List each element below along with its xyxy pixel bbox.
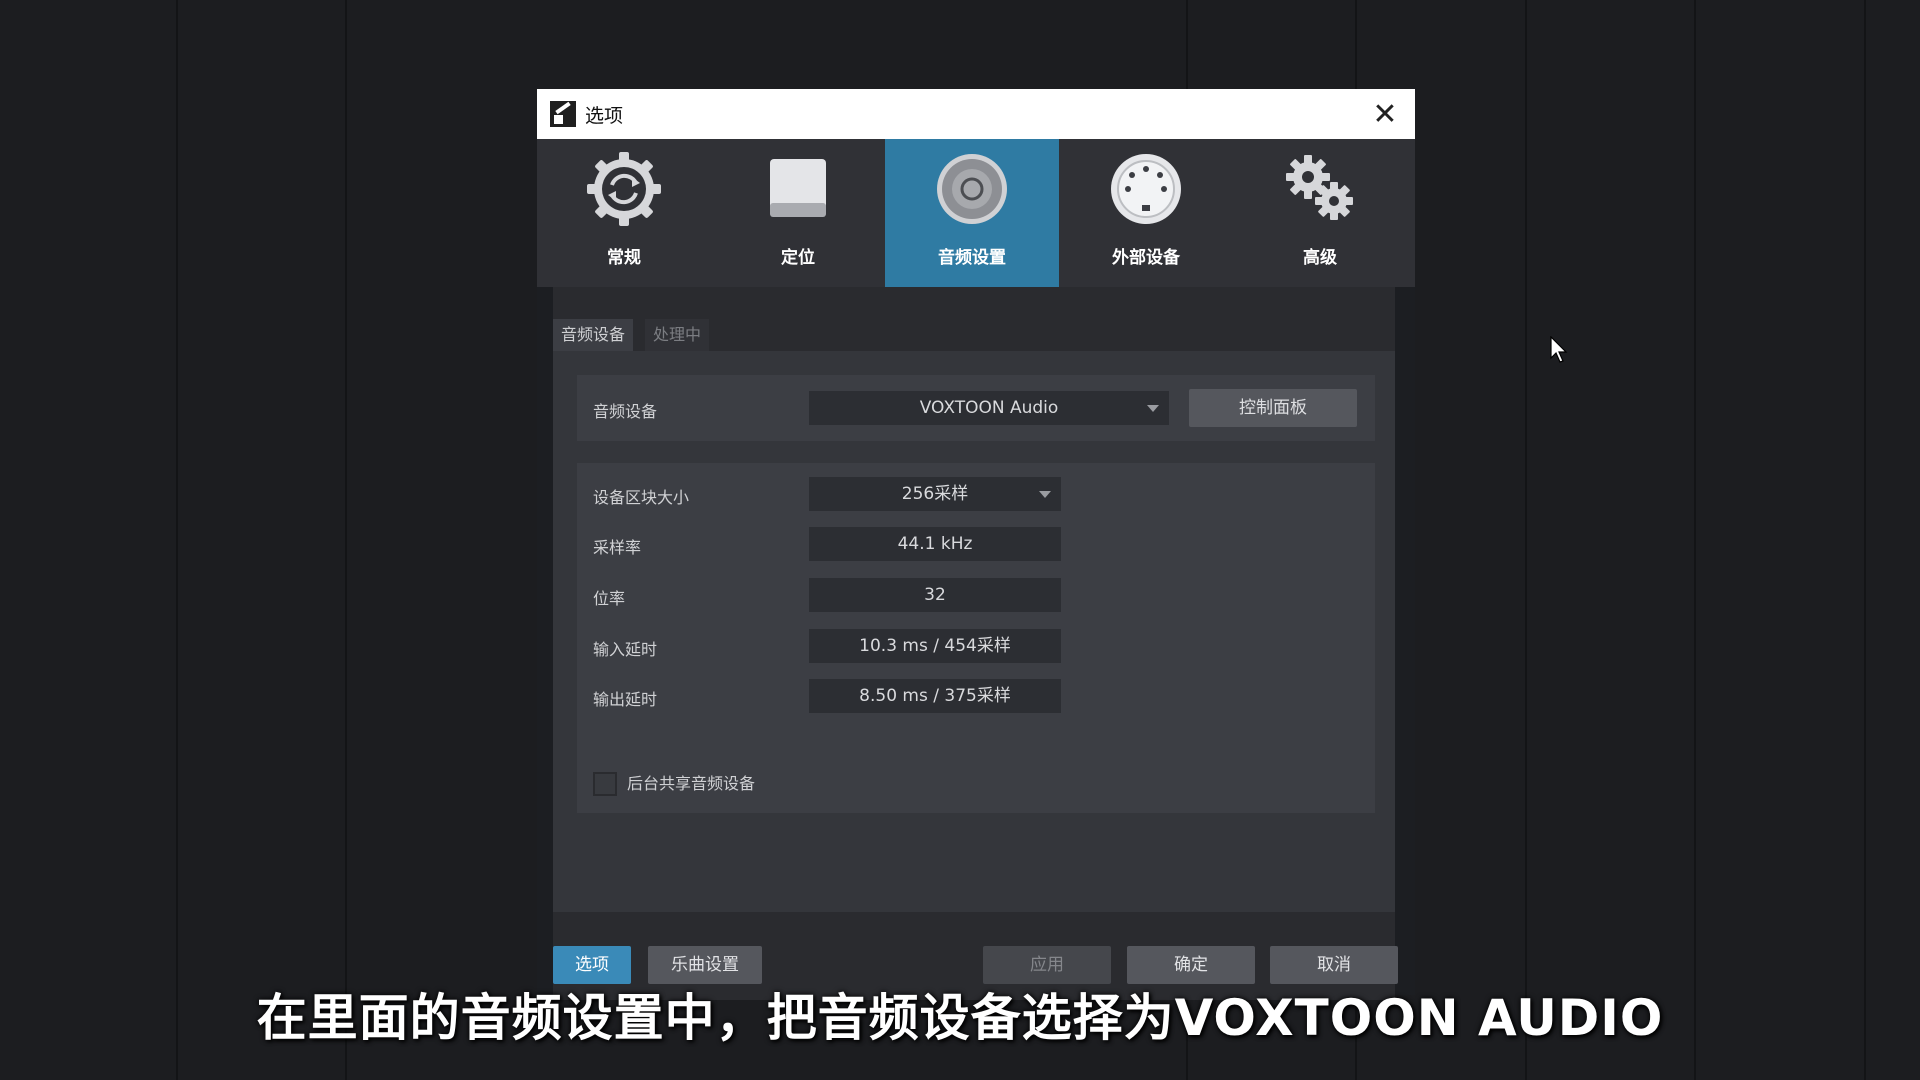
input-latency-label: 输入延时 bbox=[593, 640, 658, 659]
category-audio-setup-label: 音频设置 bbox=[938, 248, 1006, 268]
background-grid-line bbox=[1694, 0, 1696, 1080]
dialog-titlebar: 选项 ✕ bbox=[537, 89, 1415, 139]
speaker-icon bbox=[937, 154, 1007, 224]
category-general-button[interactable]: 常规 bbox=[537, 139, 711, 287]
audio-device-value: VOXTOON Audio bbox=[919, 398, 1059, 418]
output-latency-label: 输出延时 bbox=[593, 690, 658, 709]
category-toolbar: 常规 定位 音频设置 外部设备 高级 bbox=[537, 139, 1415, 287]
chevron-down-icon bbox=[1039, 491, 1051, 498]
midi-port-icon bbox=[1111, 154, 1181, 224]
chevron-down-icon bbox=[1147, 405, 1159, 412]
dialog-title: 选项 bbox=[585, 105, 624, 127]
share-device-checkbox[interactable] bbox=[593, 772, 617, 796]
bit-depth-value: 32 bbox=[809, 578, 1061, 612]
tab-content: 音频设备 VOXTOON Audio 控制面板 设备区块大小 256采样 采样率… bbox=[553, 351, 1395, 912]
options-dialog: 选项 ✕ 常规 定位 音频设置 外部设备 高级 音频设备 处理中 音频设备 VO… bbox=[537, 89, 1568, 1000]
audio-device-dropdown[interactable]: VOXTOON Audio bbox=[809, 391, 1169, 425]
sample-rate-value: 44.1 kHz bbox=[809, 527, 1061, 561]
video-subtitle: 在里面的音频设置中，把音频设备选择为VOXTOON AUDIO bbox=[256, 989, 1664, 1047]
control-panel-button[interactable]: 控制面板 bbox=[1189, 389, 1357, 427]
share-device-label: 后台共享音频设备 bbox=[627, 774, 756, 793]
input-latency-value: 10.3 ms / 454采样 bbox=[809, 629, 1061, 663]
output-latency-value: 8.50 ms / 375采样 bbox=[809, 679, 1061, 713]
background-grid-line bbox=[1525, 0, 1527, 1080]
app-logo-icon bbox=[550, 101, 576, 127]
mouse-cursor-icon bbox=[1550, 336, 1568, 363]
category-advanced-label: 高级 bbox=[1303, 248, 1337, 268]
drive-icon bbox=[770, 159, 826, 217]
block-size-value: 256采样 bbox=[901, 484, 969, 504]
advanced-gears-icon bbox=[1286, 155, 1353, 220]
sample-rate-label: 采样率 bbox=[593, 538, 642, 557]
audio-device-label: 音频设备 bbox=[593, 402, 658, 421]
device-settings-section: 设备区块大小 256采样 采样率 44.1 kHz 位率 32 输入延时 10.… bbox=[577, 463, 1375, 813]
category-external-devices-button[interactable]: 外部设备 bbox=[1059, 139, 1233, 287]
audio-device-section: 音频设备 VOXTOON Audio 控制面板 bbox=[577, 375, 1375, 441]
background-grid-line bbox=[345, 0, 347, 1080]
close-button[interactable]: ✕ bbox=[1365, 94, 1405, 134]
category-audio-setup-button[interactable]: 音频设置 bbox=[885, 139, 1059, 287]
settings-panel: 音频设备 处理中 音频设备 VOXTOON Audio 控制面板 设备区块大小 … bbox=[553, 287, 1395, 1000]
category-locations-label: 定位 bbox=[781, 248, 815, 268]
background-grid-line bbox=[176, 0, 178, 1080]
category-advanced-button[interactable]: 高级 bbox=[1233, 139, 1407, 287]
bit-depth-label: 位率 bbox=[593, 589, 626, 608]
block-size-dropdown[interactable]: 256采样 bbox=[809, 477, 1061, 511]
close-icon: ✕ bbox=[1372, 96, 1398, 132]
block-size-label: 设备区块大小 bbox=[593, 488, 690, 507]
category-locations-button[interactable]: 定位 bbox=[711, 139, 885, 287]
background-grid-line bbox=[1864, 0, 1866, 1080]
tab-processing[interactable]: 处理中 bbox=[645, 319, 710, 351]
general-gear-icon bbox=[587, 152, 661, 226]
category-external-devices-label: 外部设备 bbox=[1112, 248, 1180, 268]
tab-audio-device[interactable]: 音频设备 bbox=[553, 319, 634, 351]
category-general-label: 常规 bbox=[607, 248, 641, 268]
